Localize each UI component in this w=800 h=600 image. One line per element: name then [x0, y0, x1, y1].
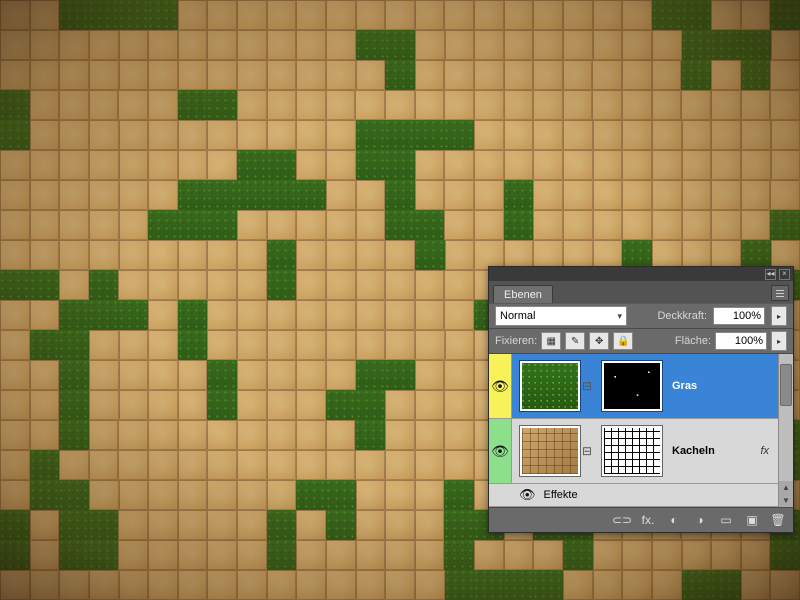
lock-all-button[interactable]: 🔒 [613, 332, 633, 350]
lock-fill-row: Fixieren: ▦ ✎ ✥ 🔒 Fläche: 100% ▸ [489, 329, 793, 354]
layers-list: 👁 ⊟ Gras 👁 ⊟ Kacheln fx ▾ 👁 Effekte ▲ ▼ [489, 354, 793, 507]
fill-stepper[interactable]: ▸ [771, 331, 787, 351]
lock-transparent-pixels-button[interactable]: ▦ [541, 332, 561, 350]
eye-icon[interactable]: 👁 [519, 487, 536, 503]
fill-input[interactable]: 100% [715, 332, 767, 350]
layer-row-gras[interactable]: 👁 ⊟ Gras [489, 354, 793, 419]
lock-position-button[interactable]: ✥ [589, 332, 609, 350]
panel-footer: ⊂⊃ fx. ◐ ◑ ▭ ▣ 🗑 [489, 507, 793, 532]
adjustment-layer-button[interactable]: ◑ [691, 512, 709, 528]
panel-menu-icon[interactable] [771, 285, 789, 301]
delete-layer-button[interactable]: 🗑 [769, 512, 787, 528]
layer-mask-thumbnail[interactable] [602, 426, 662, 476]
layers-panel: ◂◂ × Ebenen Normal ▾ Deckkraft: 100% ▸ F… [488, 266, 794, 533]
panel-collapse-icon[interactable]: ◂◂ [765, 269, 776, 280]
opacity-label: Deckkraft: [657, 310, 707, 322]
layer-row-kacheln[interactable]: 👁 ⊟ Kacheln fx ▾ [489, 419, 793, 484]
scroll-down-button[interactable]: ▼ [779, 494, 793, 507]
add-mask-button[interactable]: ◐ [665, 512, 683, 528]
panel-titlebar[interactable]: ◂◂ × [489, 267, 793, 281]
mask-link-icon[interactable]: ⊟ [580, 379, 594, 393]
panel-tabbar: Ebenen [489, 281, 793, 303]
fill-label: Fläche: [675, 335, 711, 347]
blend-opacity-row: Normal ▾ Deckkraft: 100% ▸ [489, 303, 793, 329]
blend-mode-select[interactable]: Normal ▾ [495, 306, 627, 326]
effects-label: Effekte [544, 489, 578, 501]
layer-effects-row[interactable]: 👁 Effekte [489, 484, 793, 507]
layer-name-label[interactable]: Kacheln [672, 445, 715, 457]
layer-name-label[interactable]: Gras [672, 380, 697, 392]
scrollbar-thumb[interactable] [780, 364, 792, 406]
scroll-up-button[interactable]: ▲ [779, 481, 793, 494]
opacity-stepper[interactable]: ▸ [771, 306, 787, 326]
opacity-input[interactable]: 100% [713, 307, 765, 325]
tab-layers[interactable]: Ebenen [493, 285, 553, 303]
panel-close-icon[interactable]: × [779, 269, 790, 280]
new-group-button[interactable]: ▭ [717, 512, 735, 528]
layer-visibility-toggle[interactable]: 👁 [489, 354, 512, 418]
layers-scrollbar[interactable]: ▲ ▼ [778, 354, 793, 507]
chevron-down-icon: ▾ [617, 311, 622, 322]
layer-thumbnail[interactable] [520, 361, 580, 411]
lock-label: Fixieren: [495, 335, 537, 347]
mask-link-icon[interactable]: ⊟ [580, 444, 594, 458]
layer-thumbnail[interactable] [520, 426, 580, 476]
blend-mode-value: Normal [500, 310, 535, 322]
new-layer-button[interactable]: ▣ [743, 512, 761, 528]
layer-fx-badge[interactable]: fx [760, 445, 769, 457]
layer-visibility-toggle[interactable]: 👁 [489, 419, 512, 483]
eye-icon: 👁 [491, 443, 509, 460]
layer-mask-thumbnail[interactable] [602, 361, 662, 411]
lock-image-pixels-button[interactable]: ✎ [565, 332, 585, 350]
layer-style-button[interactable]: fx. [639, 512, 657, 528]
link-layers-button[interactable]: ⊂⊃ [613, 512, 631, 528]
eye-icon: 👁 [491, 378, 509, 395]
